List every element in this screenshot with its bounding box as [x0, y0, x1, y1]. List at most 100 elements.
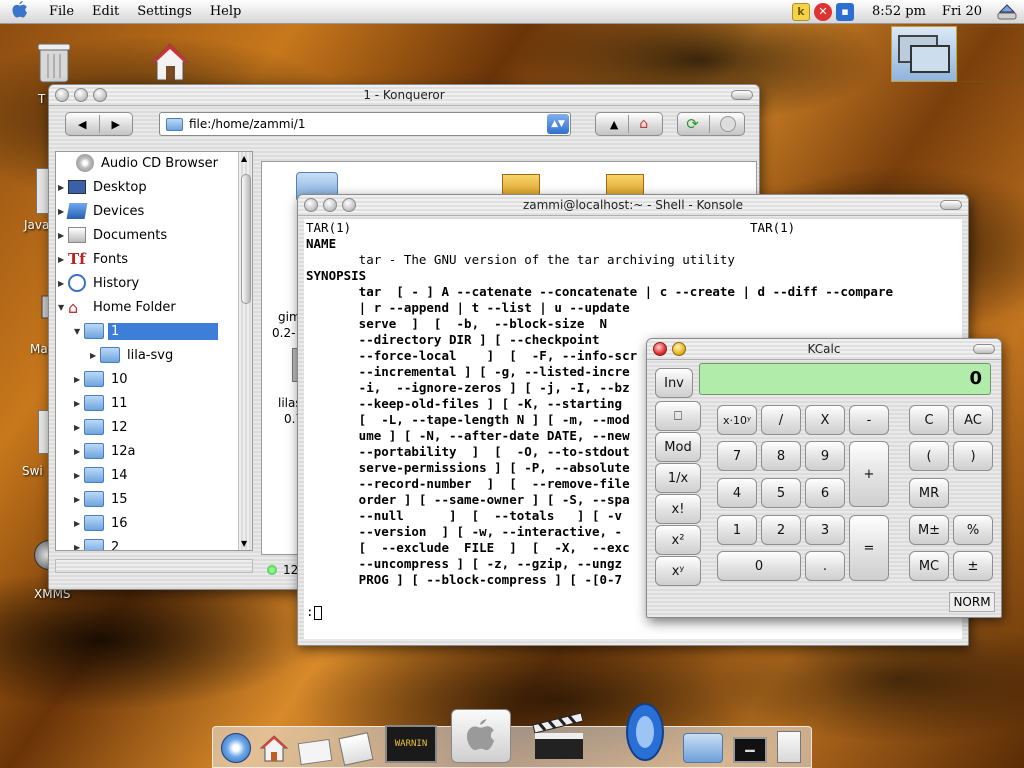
back-icon[interactable]: ◀: [78, 118, 86, 131]
percent-button[interactable]: %: [953, 515, 993, 545]
home-desktop-icon[interactable]: [140, 40, 200, 87]
mod-button[interactable]: Mod: [655, 432, 701, 462]
monitor-icon[interactable]: ▪: [835, 2, 854, 21]
tree-item-1[interactable]: ▼ 1: [74, 320, 218, 342]
inv-button[interactable]: Inv: [655, 368, 693, 398]
expand-arrow-icon[interactable]: ▶: [74, 423, 84, 432]
tree-item-12a[interactable]: ▶ 12a: [74, 440, 139, 462]
plus-minus-button[interactable]: ±: [953, 551, 993, 581]
decimal-button[interactable]: .: [805, 551, 845, 581]
tree-item-12[interactable]: ▶ 12: [74, 416, 131, 438]
digit-8-button[interactable]: 8: [761, 441, 801, 471]
reload-stop-buttons[interactable]: ⟳: [677, 112, 745, 136]
notes-icon[interactable]: [338, 732, 374, 766]
up-home-buttons[interactable]: ▲ ⌂: [595, 112, 663, 136]
menu-settings[interactable]: Settings: [128, 4, 201, 19]
expand-arrow-icon[interactable]: ▶: [58, 231, 68, 240]
tree-item-14[interactable]: ▶ 14: [74, 464, 131, 486]
url-dropdown-button[interactable]: ▲▼: [547, 114, 569, 134]
expand-arrow-icon[interactable]: ▶: [58, 183, 68, 192]
digit-2-button[interactable]: 2: [761, 515, 801, 545]
menu-file[interactable]: File: [40, 4, 83, 19]
network-error-icon[interactable]: ✕: [813, 2, 832, 21]
factorial-button[interactable]: x!: [655, 494, 701, 524]
desktop-pager-2[interactable]: [957, 26, 1023, 82]
konqueror-titlebar[interactable]: 1 - Konqueror: [49, 85, 759, 106]
mail-icon[interactable]: [297, 738, 333, 766]
scroll-down-arrow[interactable]: ▼: [241, 539, 247, 548]
digit-0-button[interactable]: 0: [717, 551, 801, 581]
trash-desktop-icon[interactable]: T: [24, 40, 84, 106]
toolbar-toggle-button[interactable]: [731, 90, 753, 100]
memory-recall-button[interactable]: MR: [909, 478, 949, 508]
close-button[interactable]: [55, 88, 69, 102]
expand-arrow-icon[interactable]: ▶: [74, 399, 84, 408]
eject-icon[interactable]: [996, 3, 1018, 21]
memory-plus-minus-button[interactable]: M±: [909, 515, 949, 545]
digit-7-button[interactable]: 7: [717, 441, 757, 471]
memory-clear-button[interactable]: MC: [909, 551, 949, 581]
home-icon[interactable]: ⌂: [639, 116, 648, 132]
toolbar-toggle-button[interactable]: [940, 200, 962, 210]
reciprocal-button[interactable]: 1/x: [655, 463, 701, 493]
url-field[interactable]: file:/home/zammi/1 ▲▼: [159, 112, 571, 136]
digit-3-button[interactable]: 3: [805, 515, 845, 545]
toolbar-toggle-button[interactable]: [973, 344, 995, 354]
tree-item-home-folder[interactable]: ▼ ⌂ Home Folder: [58, 296, 179, 318]
desktop-pager-1[interactable]: [891, 26, 957, 82]
tree-item-fonts[interactable]: ▶ Tf Fonts: [58, 248, 131, 270]
back-forward-buttons[interactable]: ◀ ▶: [65, 112, 133, 136]
clock[interactable]: 8:52 pm: [872, 4, 926, 19]
close-paren-button[interactable]: ): [953, 441, 993, 471]
up-icon[interactable]: ▲: [610, 118, 618, 131]
square-button[interactable]: x²: [655, 525, 701, 555]
digit-5-button[interactable]: 5: [761, 478, 801, 508]
tree-item-15[interactable]: ▶ 15: [74, 488, 131, 510]
file-label-version[interactable]: 0.2-: [272, 326, 295, 340]
subtract-button[interactable]: -: [849, 405, 889, 435]
clapper-icon[interactable]: [525, 703, 589, 763]
digit-4-button[interactable]: 4: [717, 478, 757, 508]
digit-1-button[interactable]: 1: [717, 515, 757, 545]
tree-item-devices[interactable]: ▶ Devices: [58, 200, 147, 222]
tree-item-audio-cd[interactable]: Audio CD Browser: [66, 152, 221, 174]
expand-arrow-icon[interactable]: ▶: [90, 351, 100, 360]
kcalc-titlebar[interactable]: KCalc: [647, 339, 1001, 360]
hyp-button[interactable]: ⎕: [655, 401, 701, 431]
menu-help[interactable]: Help: [201, 4, 251, 19]
horizontal-scrollbar[interactable]: [55, 559, 253, 573]
exp-button[interactable]: x·10ʸ: [717, 405, 757, 435]
expand-arrow-icon[interactable]: ▶: [74, 447, 84, 456]
terminal-icon[interactable]: ▬▬: [733, 737, 767, 763]
all-clear-button[interactable]: AC: [953, 405, 993, 435]
scroll-thumb[interactable]: [241, 174, 251, 304]
menu-edit[interactable]: Edit: [83, 4, 128, 19]
safari-icon[interactable]: [221, 733, 251, 763]
folder-icon[interactable]: [683, 733, 723, 763]
maximize-button[interactable]: [93, 88, 107, 102]
minimize-button[interactable]: [323, 198, 337, 212]
apple-menu-icon[interactable]: [0, 0, 40, 23]
open-paren-button[interactable]: (: [909, 441, 949, 471]
power-button[interactable]: xʸ: [655, 556, 701, 586]
home-icon[interactable]: [259, 733, 289, 763]
date[interactable]: Fri 20: [942, 4, 982, 19]
close-button[interactable]: [304, 198, 318, 212]
multiply-button[interactable]: X: [805, 405, 845, 435]
minimize-button[interactable]: [672, 342, 686, 356]
tree-item-documents[interactable]: ▶ Documents: [58, 224, 170, 246]
stop-icon[interactable]: [719, 116, 736, 132]
expand-arrow-icon[interactable]: ▶: [74, 471, 84, 480]
console-icon[interactable]: WARNIN: [385, 725, 437, 763]
klipper-icon[interactable]: k: [791, 2, 810, 21]
tree-item-history[interactable]: ▶ History: [58, 272, 142, 294]
speaker-icon[interactable]: [623, 701, 667, 763]
konsole-titlebar[interactable]: zammi@localhost:~ - Shell - Konsole: [298, 195, 968, 216]
expand-arrow-icon[interactable]: ▶: [74, 519, 84, 528]
reload-icon[interactable]: ⟳: [686, 115, 699, 133]
calculator-icon[interactable]: [777, 731, 801, 763]
expand-arrow-icon[interactable]: ▶: [58, 279, 68, 288]
expand-arrow-icon[interactable]: ▶: [74, 495, 84, 504]
tree-scrollbar[interactable]: ▲ ▼: [238, 152, 252, 550]
expand-arrow-icon[interactable]: ▶: [58, 255, 68, 264]
